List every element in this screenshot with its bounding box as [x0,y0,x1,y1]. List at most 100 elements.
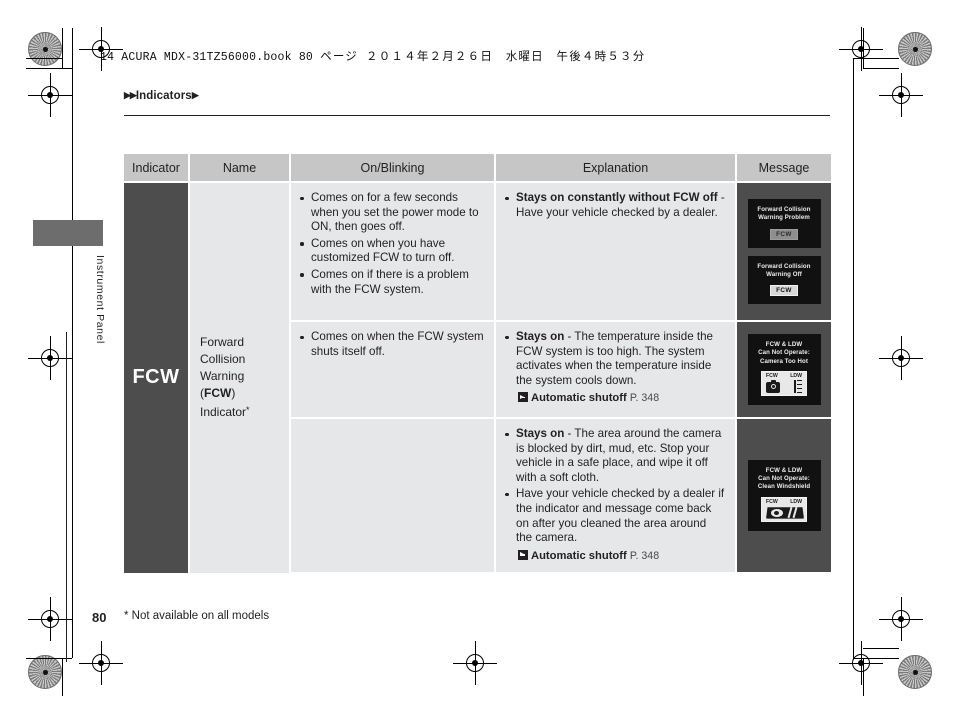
crop-line-right-outer-bottom [863,658,864,696]
indicator-cell: FCW [124,182,190,573]
icon-label-fcw: FCW [766,498,778,505]
cross-reference-title: Automatic shutoff [531,549,627,562]
table-row: FCW Forward Collision Warning (FCW) Indi… [124,182,831,573]
message-cell-row3: FCW & LDW Can Not Operate: Clean Windshi… [736,418,831,574]
icon-labels: FCW LDW [766,373,802,379]
page-number: 80 [92,610,107,625]
name-line-3-suffix: ) [231,386,236,401]
name-line-3-bold: FCW [204,386,232,401]
list-item: Comes on when the FCW system shuts itsel… [299,330,484,359]
fcw-indicator-icon: FCW [132,366,180,389]
registration-mark-mr-right [879,336,923,380]
explanation-bold-lead: Stays on constantly without FCW off [516,191,718,204]
registration-mark-ml-left [28,336,72,380]
crop-line-bottom-right [853,658,899,659]
icon-label-ldw: LDW [790,372,802,379]
cross-reference-page: P. 348 [629,549,660,562]
explanation-cell-row1: Stays on constantly without FCW off - Ha… [495,182,737,322]
mfu-display-warning-off: Forward Collision Warning Off FCW [747,255,821,304]
windshield-icon [766,506,804,519]
crop-line-bottom-right-outer [863,648,899,649]
mfu-line: Can Not Operate: [758,475,810,483]
registration-mark-tr-b [879,73,923,117]
mfu-line: Can Not Operate: [758,349,810,357]
section-tab-marker [33,220,103,246]
explanation-cell-row2: Stays on - The temperature inside the FC… [495,321,737,419]
breadcrumb-label: Indicators [135,90,192,102]
explanation-cell-row3: Stays on - The area around the camera is… [495,418,737,574]
column-header-explanation: Explanation [495,154,737,183]
footnote-text: * Not available on all models [124,610,270,622]
imprint-date-jp: ２０１４年２月２６日 水曜日 午後４時５３分 [366,49,646,63]
crop-line-right-long [853,58,854,658]
list-item: Stays on - The temperature inside the FC… [504,330,725,388]
mfu-fcw-badge-icon: FCW [770,228,798,240]
message-cell-row1: Forward Collision Warning Problem FCW Fo… [736,182,831,322]
imprint-latin: 14 ACURA MDX-31TZ56000.book 80 [100,51,321,64]
mfu-line: Clean Windshield [757,483,811,491]
crop-line-left-inner [72,28,73,58]
mfu-fcw-badge-icon: FCW [770,284,798,296]
icon-glyphs [766,379,802,394]
column-header-message: Message [736,154,831,183]
crop-line-top-inner [26,58,62,59]
mfu-line: FCW & LDW [765,341,803,349]
camera-icon [766,379,780,393]
column-header-on-blinking: On/Blinking [290,154,496,183]
cross-reference-title: Automatic shutoff [531,392,627,405]
mfu-line: Forward Collision [757,262,811,270]
crop-line-left-outer [62,28,63,68]
registration-mark-bl-a [28,597,72,641]
column-header-indicator: Indicator [124,154,190,183]
on-blinking-list-row1: Comes on for a few seconds when you set … [299,191,484,297]
mfu-display-clean-windshield: FCW & LDW Can Not Operate: Clean Windshi… [747,460,821,531]
mfu-line: Warning Problem [758,214,810,222]
on-blinking-cell-row1: Comes on for a few seconds when you set … [290,182,496,322]
list-item: Comes on if there is a problem with the … [299,268,484,297]
registration-starburst-top-right [898,32,932,66]
cross-reference-page: P. 348 [629,392,660,405]
print-imprint-line: 14 ACURA MDX-31TZ56000.book 80 ページ ２０１４年２… [100,48,645,64]
mfu-line: Camera Too Hot [759,357,808,365]
manual-page: 14 ACURA MDX-31TZ56000.book 80 ページ ２０１４年２… [0,0,954,718]
icon-label-fcw: FCW [766,372,778,379]
crop-line-top-outer [26,68,72,69]
footnote-marker: * [246,405,250,416]
header-rule [124,115,830,116]
icon-glyphs [766,506,804,519]
table-header-row: Indicator Name On/Blinking Explanation M… [124,154,831,183]
registration-starburst-bottom-left [28,655,62,689]
mfu-line: Warning Off [766,270,802,278]
list-item: Stays on - The area around the camera is… [504,427,725,485]
mfu-display-camera-too-hot: FCW & LDW Can Not Operate: Camera Too Ho… [747,334,821,405]
registration-mark-bottom-center [453,641,497,685]
reference-arrow-icon [518,549,528,560]
name-line-2: Collision [200,352,246,367]
breadcrumb-left-arrow-icon: ▶▶ [124,90,137,100]
explanation-list-row1: Stays on constantly without FCW off - Ha… [504,191,725,220]
cross-reference-row2[interactable]: Automatic shutoff P. 348 [518,391,725,405]
section-tab-label: Instrument Panel [94,255,106,344]
registration-starburst-bottom-right [898,655,932,689]
mfu-windshield-icon: FCW LDW [761,496,807,522]
name-cell: Forward Collision Warning (FCW) Indicato… [189,182,291,573]
registration-mark-br-a [879,597,923,641]
list-item: Comes on for a few seconds when you set … [299,191,484,235]
registration-mark-bl-b [79,641,123,685]
mfu-line: Forward Collision [757,206,811,214]
explanation-bold-lead: Stays on [516,427,565,440]
crop-line-left-outer-bottom [62,658,63,696]
reference-arrow-icon [518,392,528,403]
list-item: Stays on constantly without FCW off - Ha… [504,191,725,220]
sidebar-vertical-rule [66,332,67,662]
registration-mark-tl-b [28,73,72,117]
on-blinking-cell-row3 [290,418,496,574]
icon-labels: FCW LDW [766,499,802,505]
imprint-page-jp: ページ [320,49,359,63]
breadcrumb-right-arrow-icon: ▶ [191,90,199,100]
indicator-name-text: Forward Collision Warning (FCW) Indicato… [200,334,281,421]
cross-reference-row3[interactable]: Automatic shutoff P. 348 [518,549,725,563]
list-item: Have your vehicle checked by a dealer if… [504,487,725,545]
registration-mark-br-b [839,641,883,685]
lane-departure-icon [790,379,802,394]
